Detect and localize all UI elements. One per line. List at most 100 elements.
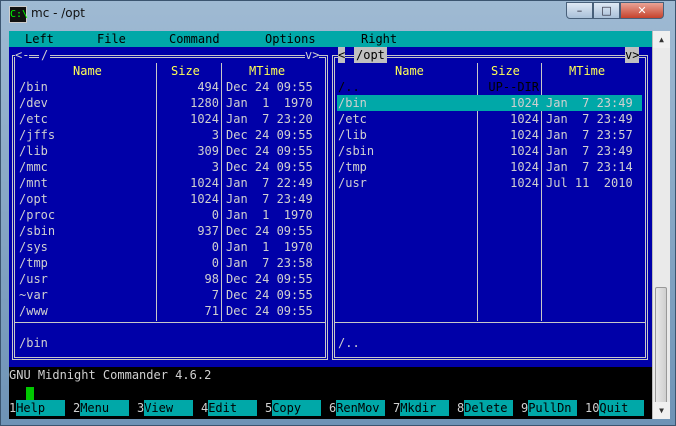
left-header-mtime[interactable]: MTime — [249, 63, 285, 79]
maximize-button[interactable]: □ — [593, 2, 620, 19]
scroll-up-icon[interactable]: ▲ — [653, 31, 670, 48]
fkey-renmov-button[interactable]: RenMov — [336, 400, 385, 416]
file-name: /opt — [19, 192, 48, 206]
minimize-button[interactable]: – — [566, 2, 593, 19]
file-size: 309 — [197, 144, 219, 158]
file-mtime: Dec 24 09:55 — [226, 144, 313, 158]
right-prev-marker[interactable]: < — [338, 47, 346, 63]
file-name: /tmp — [338, 160, 367, 174]
file-size: UP--DIR — [488, 80, 539, 94]
left-panel-title: / — [39, 47, 51, 63]
fkey-copy-button[interactable]: Copy — [272, 400, 321, 416]
version-line: GNU Midnight Commander 4.6.2 — [9, 368, 212, 382]
file-size: 98 — [204, 272, 219, 286]
left-menu-marker[interactable]: v> — [305, 47, 320, 63]
menu-command[interactable]: Command — [169, 31, 220, 47]
left-header-size[interactable]: Size — [171, 63, 200, 79]
file-name: /usr — [19, 272, 48, 286]
close-button[interactable]: ✕ — [620, 2, 664, 19]
file-mtime: Jan 1 1970 — [226, 96, 313, 110]
left-prev-marker[interactable]: <- — [15, 47, 30, 63]
scroll-down-icon[interactable]: ▼ — [653, 402, 670, 419]
file-name: /bin — [338, 96, 367, 110]
fkey-number: 5 — [265, 401, 273, 415]
file-mtime: Jan 7 23:20 — [226, 112, 313, 126]
file-mtime: Jan 1 1970 — [226, 240, 313, 254]
fkey-number: 8 — [457, 401, 465, 415]
file-mtime: Jan 1 1970 — [226, 208, 313, 222]
window: C:\ mc - /opt – □ ✕ Left File Command Op… — [0, 0, 676, 426]
file-mtime: Dec 24 09:55 — [226, 272, 313, 286]
fkey-menu-button[interactable]: Menu — [80, 400, 129, 416]
fkey-edit-button[interactable]: Edit — [208, 400, 257, 416]
fkey-number: 4 — [201, 401, 209, 415]
file-mtime: Dec 24 09:55 — [226, 128, 313, 142]
fkey-number: 7 — [393, 401, 401, 415]
left-header-name[interactable]: Name — [73, 63, 102, 79]
left-divider-1 — [156, 63, 157, 321]
fkey-number: 10 — [585, 401, 600, 415]
file-name: /mnt — [19, 176, 48, 190]
command-cursor — [26, 387, 34, 401]
fkey-number: 6 — [329, 401, 337, 415]
right-header-size[interactable]: Size — [491, 63, 520, 79]
file-name: /jffs — [19, 128, 56, 142]
file-name: /.. — [338, 80, 360, 94]
scroll-thumb[interactable] — [655, 287, 667, 415]
fkey-help-button[interactable]: Help — [16, 400, 65, 416]
file-mtime: Dec 24 09:55 — [226, 288, 313, 302]
right-status-separator — [335, 322, 645, 323]
file-name: /sbin — [19, 224, 56, 238]
right-status: /.. — [338, 336, 360, 350]
file-mtime: Jul 11 2010 — [546, 176, 633, 190]
fkey-number: 1 — [9, 401, 17, 415]
left-status-separator — [15, 322, 325, 323]
right-header-name[interactable]: Name — [395, 63, 424, 79]
file-size: 0 — [211, 240, 219, 254]
file-name: /www — [19, 304, 48, 318]
file-name: /lib — [19, 144, 48, 158]
file-size: 71 — [204, 304, 219, 318]
file-name: /tmp — [19, 256, 48, 270]
left-divider-2 — [221, 63, 222, 321]
terminal-app-icon[interactable]: C:\ — [9, 6, 28, 23]
menu-file[interactable]: File — [97, 31, 126, 47]
file-name: /bin — [19, 80, 48, 94]
file-size: 1024 — [510, 128, 539, 142]
function-key-bar: 1 Help 2 Menu 3 View 4 Edit 5 Copy 6 RenMov 7 Mkdir 8 D… — [9, 400, 652, 416]
title-bar[interactable]: C:\ mc - /opt – □ ✕ — [1, 1, 675, 27]
file-size: 1024 — [510, 144, 539, 158]
file-size: 0 — [211, 256, 219, 270]
file-size: 494 — [197, 80, 219, 94]
file-name: /etc — [338, 112, 367, 126]
file-mtime: Jan 7 23:49 — [546, 144, 633, 158]
file-name: /usr — [338, 176, 367, 190]
fkey-view-button[interactable]: View — [144, 400, 193, 416]
file-name: /dev — [19, 96, 48, 110]
file-size: 1024 — [510, 176, 539, 190]
file-mtime: Jan 7 23:49 — [226, 192, 313, 206]
right-header-mtime[interactable]: MTime — [569, 63, 605, 79]
terminal-area[interactable]: Left File Command Options Right <- / v> … — [9, 31, 652, 419]
file-mtime: Dec 24 09:55 — [226, 224, 313, 238]
menu-options[interactable]: Options — [265, 31, 316, 47]
file-mtime: Dec 24 09:55 — [226, 304, 313, 318]
fkey-mkdir-button[interactable]: Mkdir — [400, 400, 449, 416]
file-name: /sys — [19, 240, 48, 254]
file-size: 1024 — [510, 160, 539, 174]
menu-right[interactable]: Right — [361, 31, 397, 47]
fkey-delete-button[interactable]: Delete — [464, 400, 513, 416]
file-name: /lib — [338, 128, 367, 142]
file-mtime: Jan 7 23:49 — [546, 96, 633, 110]
fkey-pulldn-button[interactable]: PullDn — [528, 400, 577, 416]
file-name: /etc — [19, 112, 48, 126]
fkey-number: 3 — [137, 401, 145, 415]
window-title: mc - /opt — [31, 6, 85, 20]
menu-left[interactable]: Left — [25, 31, 54, 47]
file-mtime: Jan 7 23:14 — [546, 160, 633, 174]
vertical-scrollbar[interactable]: ▲ ▼ — [652, 31, 670, 419]
file-size: 3 — [211, 160, 219, 174]
right-menu-marker[interactable]: v> — [625, 47, 640, 63]
fkey-quit-button[interactable]: Quit — [599, 400, 644, 416]
file-mtime: Jan 7 23:57 — [546, 128, 633, 142]
